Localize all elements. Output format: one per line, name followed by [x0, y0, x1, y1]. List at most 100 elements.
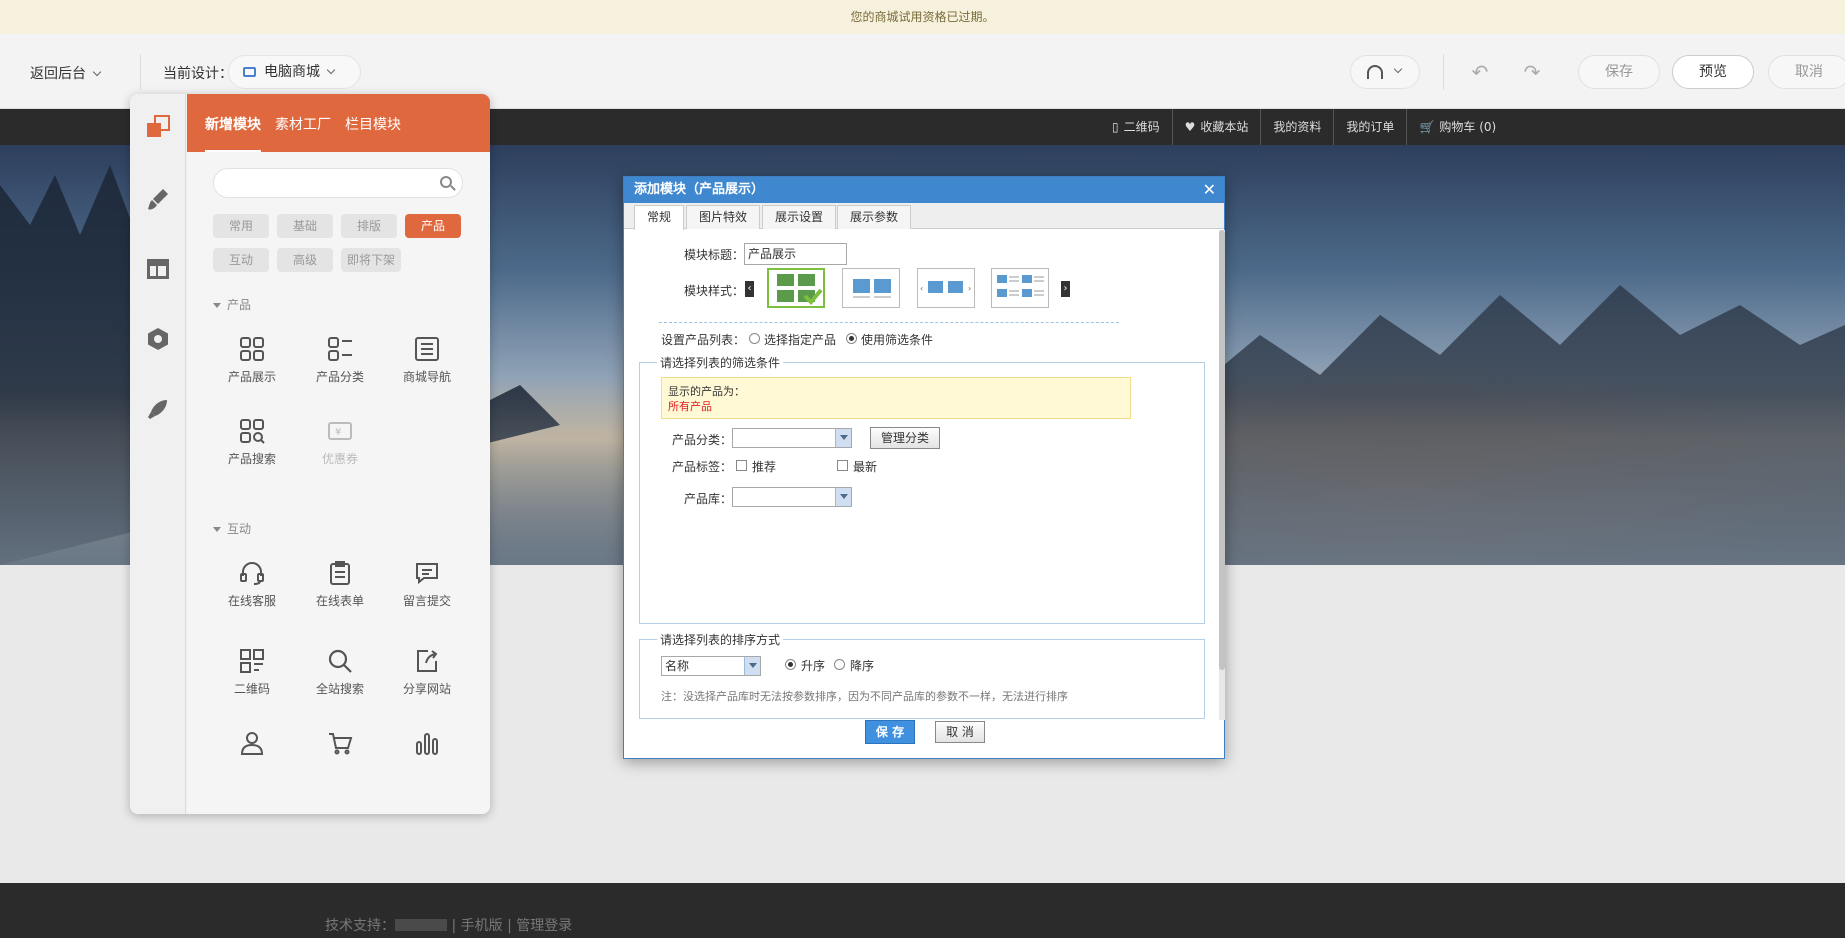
section-divider [659, 322, 1119, 323]
module-site-search[interactable]: 全站搜索 [300, 648, 380, 708]
rocket-icon[interactable] [145, 396, 171, 422]
style-option-row[interactable] [842, 268, 900, 308]
module-cart[interactable] [300, 730, 380, 790]
tab-material-factory[interactable]: 素材工厂 [275, 114, 331, 134]
dialog-close-icon[interactable]: ✕ [1203, 177, 1216, 203]
style-option-grid[interactable] [767, 268, 825, 308]
module-title-label: 模块标题： [684, 248, 745, 262]
svg-text:›: › [968, 284, 971, 293]
back-to-admin-button[interactable]: 返回后台 [30, 63, 102, 83]
tag-new-checkbox[interactable] [837, 460, 848, 471]
nav-cart[interactable]: 🛒 购物车 (0) [1406, 109, 1508, 145]
sort-legend: 请选择列表的排序方式 [657, 631, 784, 648]
dropdown-arrow-icon [744, 657, 760, 675]
dialog-scrollbar[interactable] [1219, 230, 1225, 720]
module-product-display[interactable]: 产品展示 [212, 336, 292, 396]
module-title-input[interactable]: 产品展示 [744, 243, 847, 265]
category-chip-deprecated[interactable]: 即将下架 [341, 248, 401, 272]
style-option-scroll[interactable]: ‹ › [917, 268, 975, 308]
radio-select-products-label: 选择指定产品 [764, 333, 837, 347]
tab-image-effects[interactable]: 图片特效 [686, 205, 761, 229]
share-icon [417, 650, 438, 672]
radio-sort-asc[interactable] [785, 659, 796, 670]
scrollbar-thumb[interactable] [1219, 230, 1225, 670]
module-message-submit[interactable]: 留言提交 [387, 560, 467, 620]
tab-general[interactable]: 常规 [634, 205, 685, 230]
module-online-service[interactable]: 在线客服 [212, 560, 292, 620]
preview-button[interactable]: 预览 [1672, 55, 1754, 89]
footer-mobile-link[interactable]: | 手机版 [451, 918, 502, 934]
radio-sort-desc[interactable] [834, 659, 845, 670]
tab-column-module[interactable]: 栏目模块 [345, 114, 401, 134]
sort-field-select[interactable]: 名称 [661, 656, 761, 676]
module-shop-nav[interactable]: 商城导航 [387, 336, 467, 396]
module-product-search[interactable]: 产品搜索 [212, 418, 292, 478]
hexagon-icon[interactable] [145, 326, 171, 352]
product-tag-label: 产品标签： [672, 460, 733, 474]
brush-icon[interactable] [145, 186, 171, 212]
radio-use-filter[interactable] [846, 333, 857, 344]
dialog-cancel-button[interactable]: 取 消 [935, 721, 985, 743]
module-statistics[interactable] [387, 730, 467, 790]
dialog-save-button[interactable]: 保 存 [865, 720, 915, 744]
filter-legend: 请选择列表的筛选条件 [657, 354, 784, 371]
style-option-list[interactable] [991, 268, 1049, 308]
module-search-input[interactable] [213, 168, 463, 198]
layout-icon[interactable] [145, 256, 171, 282]
tab-add-module[interactable]: 新增模块 [205, 114, 261, 152]
section-title-interactive: 互动 [213, 520, 251, 537]
panel-rail [130, 94, 186, 814]
category-chip-interactive[interactable]: 互动 [213, 248, 269, 272]
design-select[interactable]: 电脑商城 [228, 55, 361, 89]
module-product-category[interactable]: 产品分类 [300, 336, 380, 396]
tab-display-settings[interactable]: 展示设置 [762, 205, 837, 229]
product-category-select[interactable] [732, 428, 852, 448]
style-next-arrow[interactable]: › [1061, 281, 1070, 297]
footer-admin-login-link[interactable]: | 管理登录 [507, 918, 572, 934]
category-chip-product[interactable]: 产品 [405, 214, 461, 238]
grid-search-icon [240, 419, 265, 444]
module-member[interactable] [212, 730, 292, 790]
category-chip-advanced[interactable]: 高级 [277, 248, 333, 272]
style-scroll-thumbnail: ‹ › [920, 281, 971, 293]
qrcode-icon [240, 649, 264, 673]
redo-icon[interactable]: ↷ [1517, 58, 1547, 86]
nav-my-orders[interactable]: 我的订单 [1333, 109, 1406, 145]
category-chip-basic[interactable]: 基础 [277, 214, 333, 238]
toolbar-divider [1443, 54, 1444, 90]
footer-support-link-blurred[interactable] [395, 919, 447, 931]
nav-qrcode[interactable]: ▯ 二维码 [1100, 109, 1172, 145]
product-library-label: 产品库： [684, 492, 733, 506]
module-share-site[interactable]: 分享网站 [387, 648, 467, 708]
sort-fieldset [639, 639, 1205, 719]
add-module-dialog: 添加模块（产品展示） ✕ 常规 图片特效 展示设置 展示参数 模块标题： 产品展… [623, 176, 1225, 759]
cancel-button[interactable]: 取消 [1768, 55, 1845, 89]
nav-my-profile[interactable]: 我的资料 [1260, 109, 1333, 145]
manage-category-button[interactable]: 管理分类 [870, 427, 940, 449]
add-module-icon[interactable] [145, 114, 171, 140]
tag-new-label: 最新 [853, 460, 878, 474]
svg-text:‹: ‹ [920, 284, 923, 293]
nav-list-icon [415, 337, 439, 361]
radio-use-filter-label: 使用筛选条件 [861, 333, 934, 347]
footer-support-label: 技术支持： [325, 918, 395, 934]
tab-display-params[interactable]: 展示参数 [837, 205, 912, 229]
tag-recommend-checkbox[interactable] [736, 460, 747, 471]
module-coupon[interactable]: ¥ 优惠券 [300, 418, 380, 478]
radio-select-products[interactable] [749, 333, 760, 344]
module-online-form[interactable]: 在线表单 [300, 560, 380, 620]
module-qrcode[interactable]: 二维码 [212, 648, 292, 708]
category-chip-common[interactable]: 常用 [213, 214, 269, 238]
grid-icon [240, 337, 264, 361]
nav-favorite[interactable]: ♥ 收藏本站 [1171, 109, 1261, 145]
trial-expired-banner: 您的商城试用资格已过期。 [0, 0, 1845, 34]
style-prev-arrow[interactable]: ‹ [745, 281, 754, 297]
dropdown-arrow-icon [835, 488, 851, 506]
customer-service-button[interactable] [1350, 55, 1420, 89]
list-icon [328, 337, 352, 361]
category-chip-layout[interactable]: 排版 [341, 214, 397, 238]
product-library-select[interactable] [732, 487, 852, 507]
save-button[interactable]: 保存 [1578, 55, 1660, 89]
module-style-label: 模块样式： [684, 284, 745, 298]
undo-icon[interactable]: ↶ [1465, 58, 1495, 86]
